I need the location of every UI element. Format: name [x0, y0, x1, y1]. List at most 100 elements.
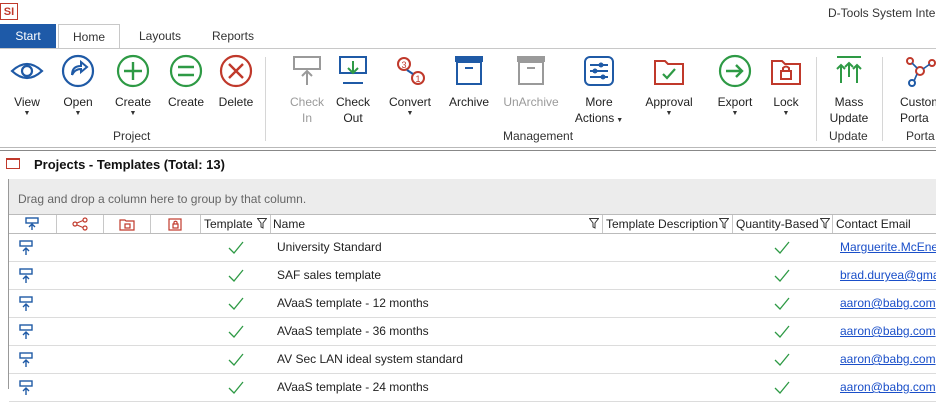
- mass-update-label: Mass Update: [829, 95, 869, 125]
- delete-label: Delete: [218, 95, 254, 109]
- quantity-based-check-icon: [774, 325, 790, 338]
- column-header-row: Template Name Template Description Quant…: [9, 214, 936, 234]
- create-label: Create: [167, 95, 205, 109]
- tab-home[interactable]: Home: [58, 24, 120, 49]
- group-update-label: Update: [829, 129, 868, 143]
- filter-icon[interactable]: [719, 218, 729, 229]
- column-lock[interactable]: [104, 215, 151, 233]
- checkout-status-icon: [19, 380, 33, 395]
- column-template-description[interactable]: Template Description: [603, 215, 733, 233]
- svg-text:1: 1: [415, 74, 420, 84]
- contact-email-link[interactable]: Marguerite.McEner: [840, 234, 936, 261]
- group-separator: [265, 57, 266, 141]
- table-row[interactable]: University Standard Marguerite.McEner: [9, 234, 936, 262]
- check-out-icon: [339, 56, 367, 84]
- column-template[interactable]: Template: [201, 215, 271, 233]
- lock-folder-icon: [771, 60, 801, 85]
- open-button[interactable]: Open ▼: [56, 49, 100, 131]
- template-check-icon: [228, 381, 244, 394]
- project-name-cell: AVaaS template - 12 months: [277, 296, 429, 310]
- share-icon: [72, 217, 88, 231]
- open-label: Open: [63, 95, 93, 109]
- checkout-status-icon: [19, 324, 33, 339]
- dropdown-caret-icon: ▼: [74, 110, 82, 117]
- quantity-based-check-icon: [774, 353, 790, 366]
- lock-label: Lock: [773, 95, 799, 109]
- quantity-based-check-icon: [774, 269, 790, 282]
- project-name-cell: University Standard: [277, 240, 382, 254]
- column-checkout-status[interactable]: [9, 215, 57, 233]
- create-dropdown-button[interactable]: Create ▼: [110, 49, 156, 131]
- check-in-label: Check In: [289, 95, 324, 125]
- contact-email-link[interactable]: aaron@babg.com: [840, 346, 936, 373]
- eye-icon: [10, 62, 44, 80]
- dropdown-caret-icon: ▼: [665, 110, 673, 117]
- contact-email-link[interactable]: aaron@babg.com: [840, 290, 936, 317]
- tab-layouts[interactable]: Layouts: [128, 24, 192, 48]
- convert-button[interactable]: 31 Convert ▼: [384, 49, 436, 131]
- app-logo: SI: [0, 3, 18, 20]
- table-row[interactable]: AVaaS template - 36 months aaron@babg.com: [9, 318, 936, 346]
- create-button[interactable]: Create: [164, 49, 208, 131]
- archive-label: Archive: [448, 95, 489, 109]
- lock-button[interactable]: Lock ▼: [764, 49, 808, 131]
- template-check-icon: [228, 241, 244, 254]
- sliders-icon: [584, 56, 614, 86]
- filter-icon[interactable]: [820, 218, 830, 229]
- ribbon-tabs: Start Home Layouts Reports: [0, 24, 936, 49]
- contact-email-link[interactable]: brad.duryea@gmai: [840, 262, 936, 289]
- customer-portal-button[interactable]: Custom Porta: [894, 49, 936, 131]
- mass-update-icon: [836, 56, 862, 83]
- filter-icon[interactable]: [589, 218, 599, 229]
- check-in-button[interactable]: Check In: [284, 49, 330, 131]
- export-arrow-icon: [718, 54, 752, 88]
- export-button[interactable]: Export ▼: [712, 49, 758, 131]
- projects-panel: Projects - Templates (Total: 13) Drag an…: [0, 150, 936, 402]
- convert-label: Convert: [388, 95, 432, 109]
- group-portal-label: Porta: [906, 129, 935, 143]
- column-quantity-based[interactable]: Quantity-Based: [733, 215, 833, 233]
- checkout-status-icon: [19, 296, 33, 311]
- plus-circle-icon: [116, 54, 150, 88]
- title-bar: SI D-Tools System Inte: [0, 0, 936, 24]
- more-actions-label: More Actions: [574, 95, 615, 125]
- approval-label: Approval: [645, 95, 693, 109]
- dropdown-caret-icon: ▼: [731, 110, 739, 117]
- group-by-drop-area[interactable]: Drag and drop a column here to group by …: [9, 179, 936, 214]
- filter-icon[interactable]: [257, 218, 267, 229]
- archive-button[interactable]: Archive: [444, 49, 494, 131]
- column-contact-email[interactable]: Contact Email: [833, 215, 936, 233]
- column-name-label: Name: [273, 217, 306, 231]
- network-icon: [906, 57, 936, 87]
- create-dropdown-label: Create: [114, 95, 152, 109]
- contact-email-link[interactable]: aaron@babg.com: [840, 318, 936, 345]
- column-name[interactable]: Name: [271, 215, 603, 233]
- tab-start[interactable]: Start: [0, 24, 56, 48]
- column-share[interactable]: [57, 215, 104, 233]
- view-button[interactable]: View ▼: [6, 49, 48, 131]
- delete-button[interactable]: Delete: [214, 49, 258, 131]
- quantity-based-check-icon: [774, 241, 790, 254]
- group-management-label: Management: [503, 129, 574, 143]
- tab-reports[interactable]: Reports: [202, 24, 264, 48]
- project-name-cell: AV Sec LAN ideal system standard: [277, 352, 463, 366]
- group-by-hint: Drag and drop a column here to group by …: [18, 192, 307, 206]
- approval-button[interactable]: Approval ▼: [640, 49, 698, 131]
- column-approval-lock[interactable]: [151, 215, 201, 233]
- mass-update-button[interactable]: Mass Update: [824, 49, 874, 131]
- template-check-icon: [228, 353, 244, 366]
- unarchive-button[interactable]: UnArchive: [500, 49, 562, 131]
- table-row[interactable]: SAF sales template brad.duryea@gmai: [9, 262, 936, 290]
- check-out-button[interactable]: Check Out: [330, 49, 376, 131]
- table-row[interactable]: AVaaS template - 24 months aaron@babg.com: [9, 374, 936, 402]
- template-check-icon: [228, 269, 244, 282]
- column-contact-email-label: Contact Email: [836, 217, 911, 231]
- table-row[interactable]: AV Sec LAN ideal system standard aaron@ba…: [9, 346, 936, 374]
- table-row[interactable]: AVaaS template - 12 months aaron@babg.com: [9, 290, 936, 318]
- more-actions-button[interactable]: More Actions ▼: [570, 49, 628, 131]
- svg-text:3: 3: [401, 60, 406, 70]
- checkout-status-icon: [19, 268, 33, 283]
- checkout-status-icon: [19, 240, 33, 255]
- approval-lock-icon: [168, 218, 182, 231]
- group-separator: [882, 57, 883, 141]
